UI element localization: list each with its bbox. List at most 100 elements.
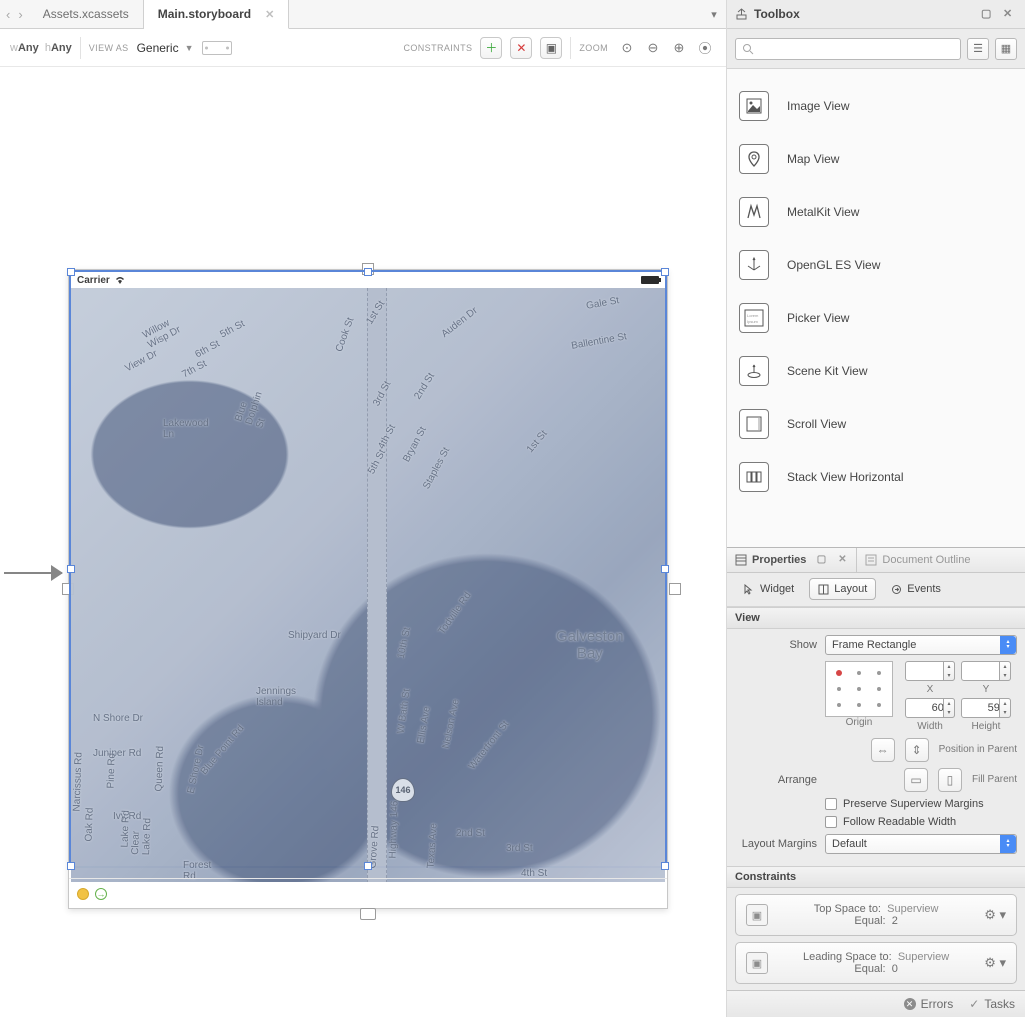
toolbox-search-row: ☰ ▦ [727, 29, 1025, 69]
toolbox-item-label: Scroll View [787, 417, 846, 431]
wifi-icon [114, 275, 126, 285]
properties-tab[interactable]: Properties ▢ ✕ [727, 548, 857, 572]
tab-overflow-icon[interactable]: ▾ [702, 0, 726, 28]
map-content: 146 Galveston Bay Shipyard Dr Jennings I… [71, 288, 665, 882]
resize-handle[interactable] [360, 908, 376, 920]
selection-handle[interactable] [661, 565, 669, 573]
inspector-subtabs: Widget Layout Events [727, 573, 1025, 607]
height-input[interactable]: 598▴▾ [961, 698, 1011, 718]
toolbox-item-label: Stack View Horizontal [787, 470, 904, 484]
chevron-updown-icon: ▴▾ [1000, 636, 1016, 654]
zoom-out-icon[interactable]: ⊖ [642, 37, 664, 59]
y-input[interactable]: 2▴▾ [961, 661, 1011, 681]
errors-button[interactable]: ✕Errors [904, 997, 954, 1011]
toolbox-item-label: Picker View [787, 311, 849, 325]
image-icon [739, 91, 769, 121]
outline-icon [865, 554, 877, 566]
zoom-in-icon[interactable]: ⊕ [668, 37, 690, 59]
undock-icon[interactable]: ▢ [981, 7, 995, 21]
pin-icon [739, 144, 769, 174]
width-input[interactable]: 600▴▾ [905, 698, 955, 718]
fill-h-button[interactable]: ▭ [904, 768, 928, 792]
constraints-label: CONSTRAINTS [403, 43, 472, 53]
selection-handle[interactable] [364, 862, 372, 870]
zoom-label: ZOOM [579, 43, 608, 53]
layout-subtab[interactable]: Layout [809, 578, 876, 600]
clear-constraint-button[interactable]: ✕ [510, 37, 532, 59]
follow-checkbox[interactable] [825, 816, 837, 828]
toolbox-view-grid-icon[interactable]: ▦ [995, 38, 1017, 60]
resize-handle[interactable] [669, 583, 681, 595]
selection-handle[interactable] [67, 862, 75, 870]
layout-margins-select[interactable]: Default ▴▾ [825, 834, 1017, 854]
toolbox-list[interactable]: Image ViewMap View MetalKit View OpenGL ES… [727, 69, 1025, 547]
tab-main-storyboard[interactable]: Main.storyboard ✕ [144, 0, 290, 29]
view-as-select[interactable]: Generic ▼ [137, 41, 194, 55]
device-preview-icon[interactable] [202, 41, 232, 55]
toolbox-item[interactable]: LoremIpsumPicker View [727, 291, 1025, 344]
events-icon [891, 584, 902, 595]
view-controller[interactable]: Carrier 146 Galveston Bay Shipyard D [68, 269, 668, 909]
gear-icon[interactable]: ⚙︎ ▾ [984, 955, 1006, 971]
properties-icon [735, 554, 747, 566]
selection-handle[interactable] [67, 565, 75, 573]
cursor-icon [744, 584, 755, 595]
x-input[interactable]: 0▴▾ [905, 661, 955, 681]
origin-selector[interactable] [825, 661, 893, 717]
toolbox-item-label: MetalKit View [787, 205, 859, 219]
close-icon[interactable]: ✕ [836, 554, 848, 566]
toolbox-item[interactable]: Scene Kit View [727, 344, 1025, 397]
update-frames-button[interactable]: ▣ [540, 37, 562, 59]
designer-toolbar: wAny hAny VIEW AS Generic ▼ CONSTRAINTS … [0, 29, 726, 67]
design-canvas[interactable]: Carrier 146 Galveston Bay Shipyard D [0, 67, 726, 1017]
position-v-button[interactable]: ⇕ [905, 738, 929, 762]
show-select[interactable]: Frame Rectangle ▴▾ [825, 635, 1017, 655]
preserve-checkbox[interactable] [825, 798, 837, 810]
toolbox-header: Toolbox ▢ ✕ [727, 0, 1025, 29]
toolbox-search-input[interactable] [735, 38, 961, 60]
gear-icon[interactable]: ⚙︎ ▾ [984, 907, 1006, 923]
first-responder-icon[interactable] [77, 888, 89, 900]
segue-arrow-icon[interactable] [4, 572, 62, 574]
events-subtab[interactable]: Events [882, 578, 950, 600]
fill-v-button[interactable]: ▯ [938, 768, 962, 792]
metal-icon [739, 197, 769, 227]
toolbox-icon [735, 8, 748, 21]
battery-icon [641, 276, 659, 284]
arrange-label: Arrange [735, 774, 817, 786]
position-h-button[interactable]: ⇔ [871, 738, 895, 762]
hwy-shield: 146 [391, 778, 415, 802]
size-class[interactable]: wAny hAny [10, 42, 72, 54]
toolbox-item[interactable]: OpenGL ES View [727, 238, 1025, 291]
status-footer: ✕Errors ✓Tasks [727, 990, 1025, 1017]
tasks-button[interactable]: ✓Tasks [969, 997, 1015, 1011]
bottom-panel-tabs: Properties ▢ ✕ Document Outline [727, 548, 1025, 573]
exit-icon[interactable]: → [95, 888, 107, 900]
map-view-selection[interactable]: Carrier 146 Galveston Bay Shipyard D [69, 270, 667, 868]
add-constraint-button[interactable]: ＋ [480, 37, 502, 59]
close-icon[interactable]: ✕ [265, 8, 274, 21]
widget-subtab[interactable]: Widget [735, 578, 803, 600]
tab-assets[interactable]: Assets.xcassets [29, 0, 144, 28]
zoom-fit-icon[interactable]: ⊙ [616, 37, 638, 59]
status-bar: Carrier [71, 272, 665, 288]
toolbox-item[interactable]: Image View [727, 79, 1025, 132]
document-outline-tab[interactable]: Document Outline [857, 548, 978, 572]
show-label: Show [735, 639, 817, 651]
toolbox-item[interactable]: Map View [727, 132, 1025, 185]
layout-margins-label: Layout Margins [735, 838, 817, 850]
toolbox-view-list-icon[interactable]: ☰ [967, 38, 989, 60]
constraint-item[interactable]: ▣Leading Space to: SuperviewEqual: 0⚙︎ ▾ [735, 942, 1017, 984]
zoom-actual-icon[interactable]: ⦿ [694, 37, 716, 59]
tab-nav-back-icon[interactable]: ‹ [6, 7, 10, 22]
tab-nav-forward-icon[interactable]: › [18, 7, 22, 22]
toolbox-item[interactable]: Stack View Horizontal [727, 450, 1025, 503]
undock-icon[interactable]: ▢ [815, 554, 827, 566]
editor-tabs: ‹ › Assets.xcassets Main.storyboard ✕ ▾ [0, 0, 726, 29]
toolbox-item[interactable]: MetalKit View [727, 185, 1025, 238]
selection-handle[interactable] [661, 862, 669, 870]
toolbox-item[interactable]: Scroll View [727, 397, 1025, 450]
close-panel-icon[interactable]: ✕ [1003, 7, 1017, 21]
constraint-item[interactable]: ▣Top Space to: SuperviewEqual: 2⚙︎ ▾ [735, 894, 1017, 936]
tab-nav: ‹ › [0, 0, 29, 28]
